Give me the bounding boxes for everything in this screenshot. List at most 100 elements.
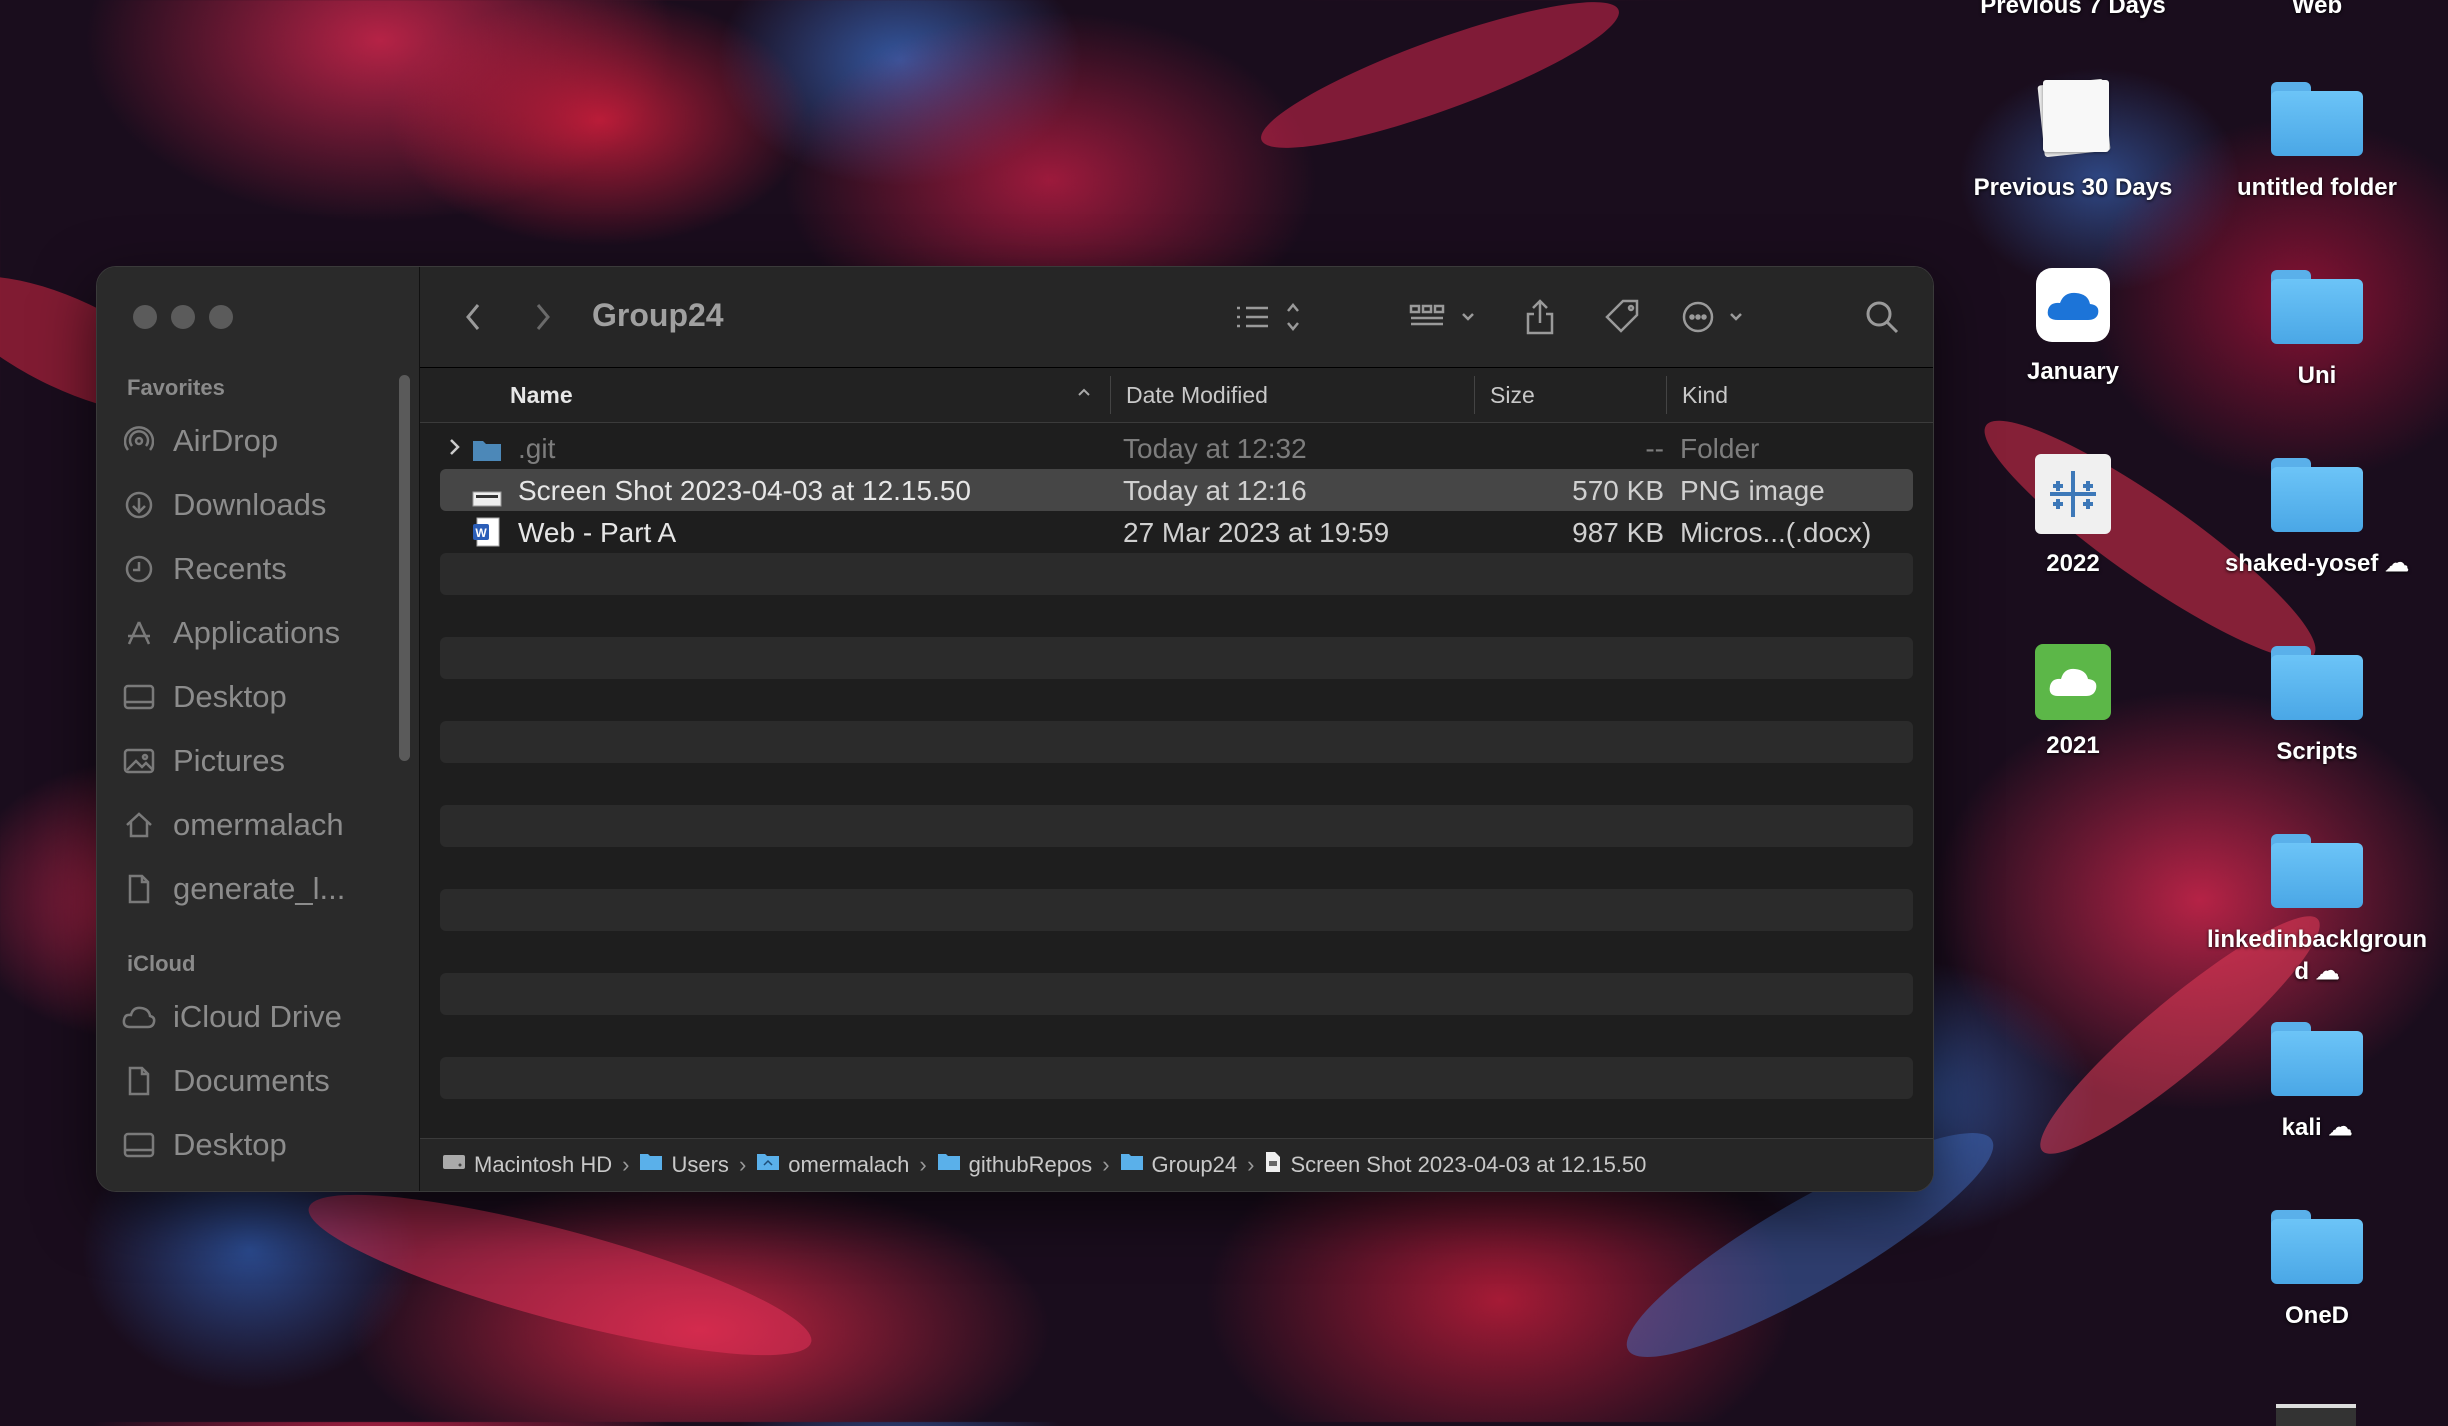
sidebar-item-desktop[interactable]: Desktop bbox=[119, 669, 389, 725]
file-name: .git bbox=[518, 433, 556, 464]
back-button[interactable] bbox=[456, 293, 490, 341]
sidebar-scrollbar[interactable] bbox=[399, 375, 410, 761]
empty-row bbox=[440, 1057, 1913, 1099]
desktop-icon bbox=[119, 681, 159, 713]
hard-drive-icon bbox=[442, 1152, 466, 1178]
column-header-size[interactable]: Size bbox=[1490, 382, 1535, 409]
file-row-screenshot[interactable]: Screen Shot 2023-04-03 at 12.15.50 Today… bbox=[440, 469, 1913, 511]
word-document-icon: W bbox=[472, 517, 500, 554]
file-date: 27 Mar 2023 at 19:59 bbox=[1123, 517, 1390, 548]
document-stack-icon bbox=[2033, 78, 2113, 158]
desktop-item-label: 2021 bbox=[2046, 732, 2100, 759]
sidebar-item-omermalach[interactable]: omermalach bbox=[119, 797, 389, 853]
desktop-item-previous-30-days[interactable]: Previous 30 Days bbox=[1958, 78, 2188, 204]
wallpaper-leaf bbox=[297, 1164, 823, 1386]
desktop-folder-uni[interactable]: Uni bbox=[2202, 270, 2432, 392]
desktop-icon bbox=[119, 1129, 159, 1161]
file-date: Today at 12:32 bbox=[1123, 433, 1307, 464]
file-row-web-part-a[interactable]: W Web - Part A 27 Mar 2023 at 19:59 987 … bbox=[440, 511, 1913, 553]
group-button[interactable] bbox=[1406, 293, 1482, 341]
tableau-icon bbox=[2035, 454, 2111, 534]
sidebar-item-icloud-desktop[interactable]: Desktop bbox=[119, 1117, 389, 1173]
file-kind: PNG image bbox=[1680, 475, 1825, 506]
folder-icon bbox=[472, 437, 502, 469]
more-actions-button[interactable] bbox=[1676, 293, 1756, 341]
path-chevron-icon: › bbox=[919, 1152, 927, 1177]
desktop-item-label: January bbox=[2026, 358, 2120, 385]
applications-icon bbox=[119, 617, 159, 649]
icloud-download-icon: ☁ bbox=[2328, 1114, 2353, 1141]
file-date: Today at 12:16 bbox=[1123, 475, 1307, 506]
column-header-date[interactable]: Date Modified bbox=[1126, 382, 1268, 409]
desktop-item-label: OneD bbox=[2284, 1302, 2349, 1329]
path-segment-omermalach[interactable]: omermalach bbox=[756, 1152, 909, 1178]
desktop-item-label: Scripts bbox=[2276, 738, 2358, 765]
desktop-folder-untitled-folder[interactable]: untitled folder bbox=[2202, 82, 2432, 204]
desktop-item-2021[interactable]: 2021 bbox=[1958, 644, 2188, 762]
folder-icon bbox=[639, 1152, 663, 1178]
close-button[interactable] bbox=[133, 305, 157, 329]
view-options-button[interactable] bbox=[1230, 293, 1310, 341]
document-icon bbox=[119, 873, 159, 905]
desktop-folder-shaked-yosef[interactable]: shaked-yosef ☁ bbox=[2202, 458, 2432, 580]
folder-icon bbox=[1120, 1152, 1144, 1178]
empty-row bbox=[440, 805, 1913, 847]
sidebar-section-icloud: iCloud bbox=[127, 951, 196, 976]
folder-icon bbox=[2271, 1022, 2363, 1096]
disclosure-triangle-icon[interactable] bbox=[448, 433, 462, 465]
file-size: 570 KB bbox=[1572, 475, 1664, 506]
airdrop-icon bbox=[119, 425, 159, 457]
sidebar-item-documents[interactable]: Documents bbox=[119, 1053, 389, 1109]
sort-ascending-icon[interactable] bbox=[1076, 384, 1092, 405]
sidebar-item-downloads[interactable]: Downloads bbox=[119, 477, 389, 533]
folder-icon bbox=[2271, 646, 2363, 720]
empty-row bbox=[440, 973, 1913, 1015]
icloud-download-icon: ☁ bbox=[2315, 958, 2340, 985]
desktop-partial-item[interactable] bbox=[2276, 1404, 2356, 1426]
home-icon bbox=[119, 809, 159, 841]
desktop-folder-oned[interactable]: OneD bbox=[2202, 1210, 2432, 1332]
empty-row bbox=[440, 889, 1913, 931]
onedrive-icon bbox=[2036, 268, 2110, 342]
empty-row bbox=[440, 679, 1913, 721]
desktop-item-label: kali ☁ bbox=[2281, 1114, 2353, 1141]
sidebar-item-applications[interactable]: Applications bbox=[119, 605, 389, 661]
forward-button[interactable] bbox=[526, 293, 560, 341]
empty-row bbox=[440, 721, 1913, 763]
search-button[interactable] bbox=[1860, 293, 1904, 341]
finder-window: Favorites AirDrop Downloads Recents Appl… bbox=[96, 266, 1934, 1192]
sidebar-item-icloud-drive[interactable]: iCloud Drive bbox=[119, 989, 389, 1045]
folder-icon bbox=[2271, 270, 2363, 344]
share-button[interactable] bbox=[1520, 293, 1560, 341]
desktop-item-previous-7-days[interactable]: Previous 7 Days bbox=[1958, 0, 2188, 22]
path-segment-users[interactable]: Users bbox=[639, 1152, 729, 1178]
sidebar-item-generate[interactable]: generate_l... bbox=[119, 861, 389, 917]
image-file-icon bbox=[472, 482, 502, 514]
path-segment-githubrepos[interactable]: githubRepos bbox=[937, 1152, 1092, 1178]
empty-row bbox=[440, 1099, 1913, 1141]
chevron-right-icon bbox=[536, 304, 550, 330]
minimize-button[interactable] bbox=[171, 305, 195, 329]
desktop-folder-scripts[interactable]: Scripts bbox=[2202, 646, 2432, 768]
path-segment-group24[interactable]: Group24 bbox=[1120, 1152, 1237, 1178]
tag-button[interactable] bbox=[1600, 293, 1644, 341]
file-row-git[interactable]: .git Today at 12:32 -- Folder bbox=[440, 427, 1913, 469]
sidebar-item-airdrop[interactable]: AirDrop bbox=[119, 413, 389, 469]
path-segment-macintosh-hd[interactable]: Macintosh HD bbox=[442, 1152, 612, 1178]
desktop-item-january[interactable]: January bbox=[1958, 268, 2188, 388]
desktop-folder-linkedinbacklground[interactable]: linkedinbacklground ☁ bbox=[2202, 834, 2432, 988]
column-header-kind[interactable]: Kind bbox=[1682, 382, 1728, 409]
icloud-download-icon: ☁ bbox=[2385, 550, 2410, 577]
clock-icon bbox=[119, 553, 159, 585]
zoom-button[interactable] bbox=[209, 305, 233, 329]
column-header-name[interactable]: Name bbox=[510, 382, 573, 409]
file-list: .git Today at 12:32 -- Folder Screen Sho… bbox=[440, 427, 1913, 1191]
pictures-icon bbox=[119, 745, 159, 777]
desktop-item-2022[interactable]: 2022 bbox=[1958, 454, 2188, 580]
sidebar-item-recents[interactable]: Recents bbox=[119, 541, 389, 597]
desktop-item-web[interactable]: Web bbox=[2202, 0, 2432, 22]
desktop-folder-kali[interactable]: kali ☁ bbox=[2202, 1022, 2432, 1144]
path-segment-screenshot[interactable]: Screen Shot 2023-04-03 at 12.15.50 bbox=[1264, 1151, 1646, 1179]
empty-row bbox=[440, 595, 1913, 637]
sidebar-item-pictures[interactable]: Pictures bbox=[119, 733, 389, 789]
